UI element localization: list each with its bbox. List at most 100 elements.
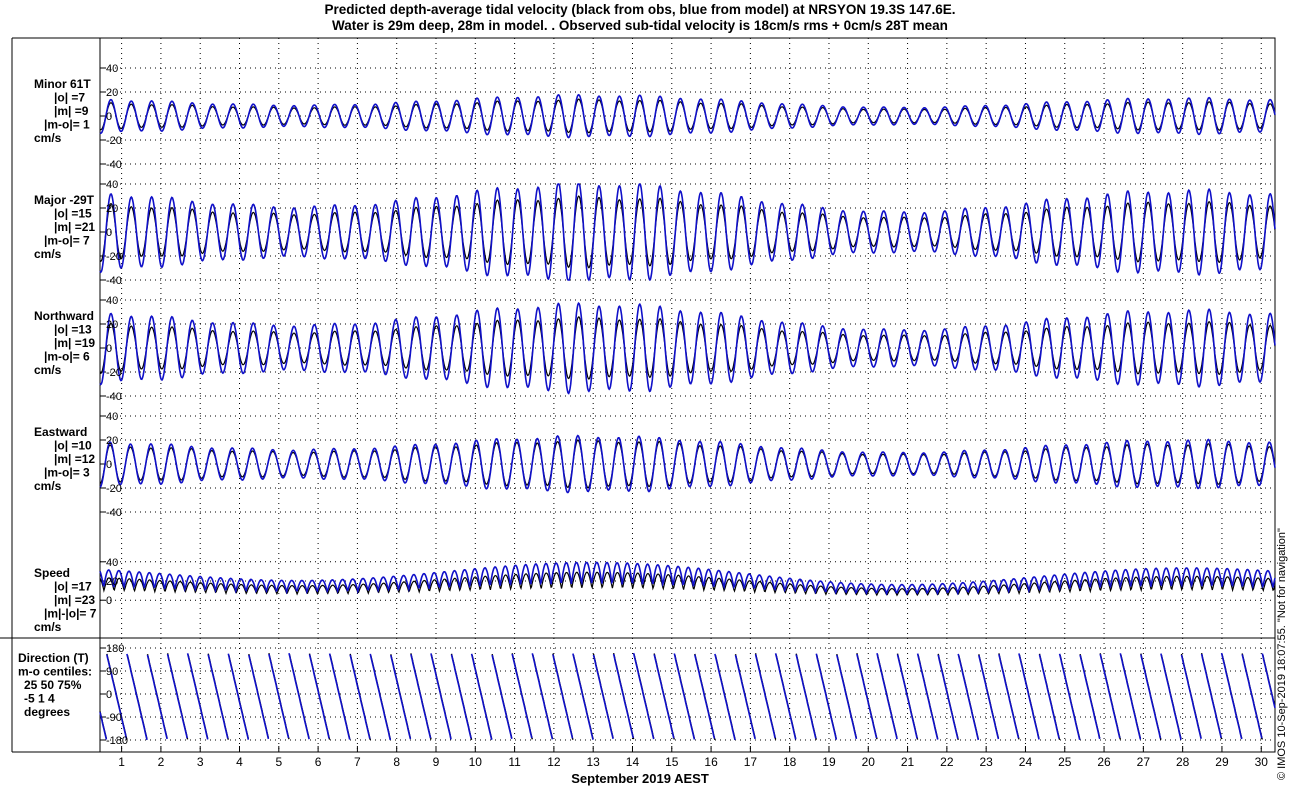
x-grid [121,38,1262,752]
panel-north [99,299,1276,397]
x-tick-label: 5 [275,755,282,769]
panel-label: |m-o|= 3 [44,466,90,480]
y-tick-label: 180 [106,643,124,655]
panel-label: |o| =13 [54,323,92,337]
y-tick-label: 20 [106,87,118,99]
x-tick-label: 27 [1137,755,1151,769]
watermark: © IMOS 10-Sep-2019 18:07:55. "Not for na… [1276,528,1288,780]
panel-label: |m-o|= 6 [44,350,90,364]
x-tick-label: 7 [354,755,361,769]
panel-east [99,415,1276,513]
panel-minor [99,67,1276,165]
x-tick-label: 29 [1215,755,1229,769]
panel-label: |m|-|o|= 7 [44,607,97,621]
y-tick-label: 40 [106,411,118,423]
y-tick-label: -40 [106,391,122,403]
panel-label: |m| =12 [54,452,95,466]
x-tick-label: 10 [469,755,483,769]
x-tick-label: 8 [393,755,400,769]
y-tick-label: 0 [106,111,112,123]
panel-label: cm/s [34,247,62,261]
x-tick-label: 21 [901,755,915,769]
panel-label: cm/s [34,131,62,145]
y-tick-label: -180 [106,735,128,747]
x-tick-label: 24 [1019,755,1033,769]
x-tick-label: 6 [315,755,322,769]
x-tick-label: 4 [236,755,243,769]
x-tick-label: 30 [1255,755,1269,769]
x-tick-label: 13 [587,755,601,769]
y-tick-label: -40 [106,159,122,171]
y-tick-label: -20 [106,367,122,379]
panel-label: |m-o|= 1 [44,118,90,132]
y-tick-label: 0 [106,459,112,471]
y-tick-label: 90 [106,666,118,678]
y-tick-label: -20 [106,483,122,495]
chart-svg: 1 2 3 4 5 6 7 8 9 10 11 12 13 14 15 16 17 18 19 20 21 22 23 24 2… [0,37,1276,786]
x-tick-label: 19 [822,755,836,769]
panel-label: cm/s [34,620,62,634]
panel-label: 25 50 75% [24,678,82,692]
x-tick-label: 25 [1058,755,1072,769]
x-tick-label: 18 [783,755,797,769]
y-tick-label: 0 [106,595,112,607]
x-tick-label: 28 [1176,755,1190,769]
series-model-speed [99,561,1276,596]
panel-label: Eastward [34,425,87,439]
y-tick-label: 0 [106,689,112,701]
panel-label: Speed [34,566,70,580]
y-tick-label: 40 [106,295,118,307]
panel-label: Major -29T [34,193,95,207]
panel-label: |m| =19 [54,336,95,350]
series-model-minor [99,93,1276,139]
series-model-north [99,302,1276,395]
y-tick-label: -40 [106,275,122,287]
panel-label: |m| =21 [54,220,95,234]
chart-root: Predicted depth-average tidal velocity (… [0,0,1300,800]
y-tick-label: 40 [106,63,118,75]
panel-label: Direction (T) [18,651,89,665]
panel-label: m-o centiles: [18,665,92,679]
x-tick-label: 17 [744,755,758,769]
y-tick-label: 0 [106,343,112,355]
x-tick-label: 22 [940,755,954,769]
x-tick-label: 12 [547,755,561,769]
panel-label: |o| =15 [54,207,92,221]
series-model-east [99,434,1276,494]
panel-label: |m| =9 [54,104,89,118]
y-tick-label: 20 [106,435,118,447]
y-tick-label: -40 [106,507,122,519]
panel-label: -5 1 4 [24,692,55,706]
y-tick-label: 20 [106,319,118,331]
panel-major [99,182,1276,282]
panel-speed [99,561,1276,601]
panel-dir [99,647,1276,741]
series-obs-direction [99,652,1276,741]
x-tick-label: 23 [979,755,993,769]
y-tick-label: 20 [106,576,118,588]
y-tick-label: -90 [106,712,122,724]
plot-frame [99,37,1276,753]
panel-label: |o| =17 [54,580,92,594]
panel-label: cm/s [34,479,62,493]
panel-label: degrees [24,705,70,719]
panel-label: Minor 61T [34,77,91,91]
x-tick-label: 16 [704,755,718,769]
panel-label: |m-o|= 7 [44,234,90,248]
y-tick-label: 20 [106,203,118,215]
panel-label: |o| =7 [54,91,85,105]
x-tick-label: 26 [1097,755,1111,769]
x-tick-label: 9 [433,755,440,769]
y-tick-label: 40 [106,557,118,569]
panel-label: Northward [34,309,94,323]
y-tick-label: -20 [106,251,122,263]
panel-label: |o| =10 [54,439,92,453]
panel-label: cm/s [34,363,62,377]
y-tick-label: 0 [106,227,112,239]
x-tick-label: 3 [197,755,204,769]
x-tick-label: 20 [862,755,876,769]
x-tick-label: 11 [508,755,521,769]
panel-label: |m| =23 [54,593,95,607]
x-axis-label: September 2019 AEST [571,771,709,786]
x-tick-label: 2 [158,755,165,769]
